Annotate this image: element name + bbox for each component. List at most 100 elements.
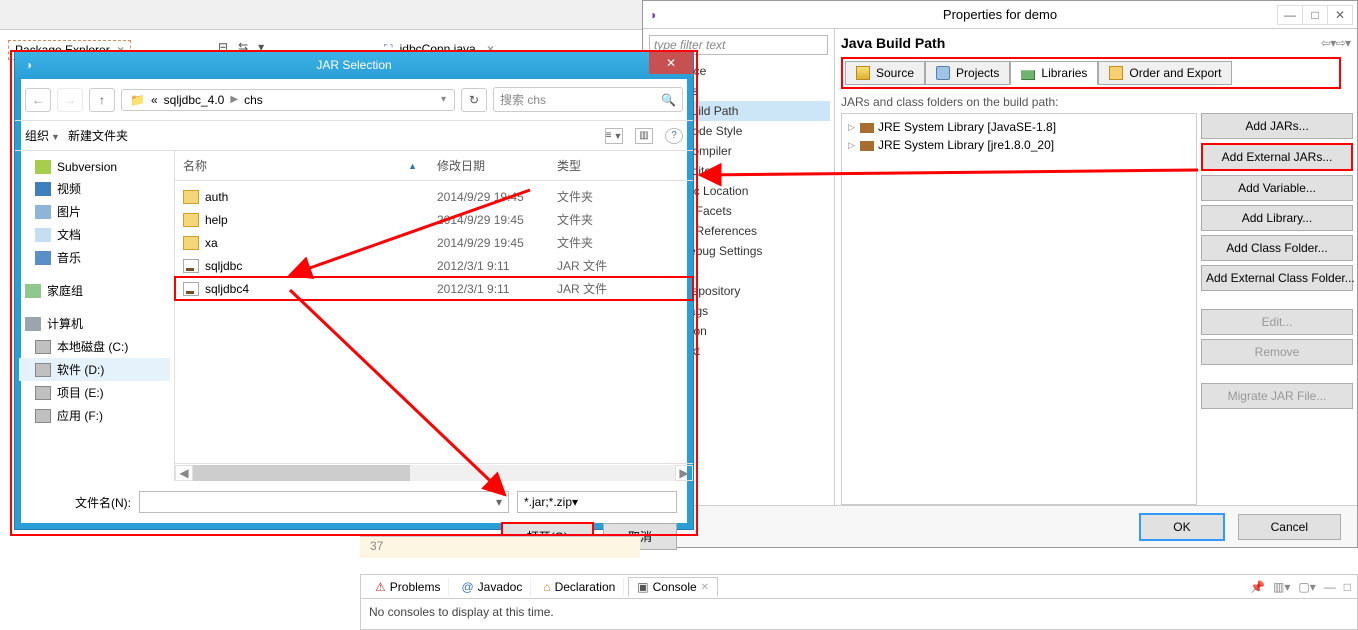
scroll-thumb[interactable] bbox=[193, 465, 410, 481]
scroll-right-icon[interactable]: ▶ bbox=[675, 465, 693, 481]
folder-icon bbox=[183, 190, 199, 204]
file-dialog-sidebar: Subversion 视频 图片 文档 音乐 家庭组 计算机 本地磁盘 (C:)… bbox=[15, 151, 175, 481]
search-input[interactable]: 搜索 chs 🔍 bbox=[493, 87, 683, 112]
jar-file-icon bbox=[183, 259, 199, 273]
sidebar-item-video[interactable]: 视频 bbox=[19, 177, 170, 200]
tab-order-export[interactable]: Order and Export bbox=[1098, 61, 1232, 85]
cancel-button[interactable]: Cancel bbox=[1238, 514, 1341, 540]
sidebar-item-homegroup[interactable]: 家庭组 bbox=[19, 279, 170, 302]
library-icon bbox=[860, 141, 874, 151]
file-row[interactable]: auth2014/9/29 19:45文件夹 bbox=[175, 185, 693, 208]
homegroup-icon bbox=[25, 284, 41, 298]
add-variable-button[interactable]: Add Variable... bbox=[1201, 175, 1353, 201]
organize-menu[interactable]: 组织▼ bbox=[25, 127, 60, 144]
close-icon[interactable]: ✕ bbox=[701, 582, 709, 593]
close-icon[interactable]: ✕ bbox=[649, 51, 693, 74]
display-icon[interactable]: ▥▾ bbox=[1273, 580, 1290, 594]
sidebar-item-drive-c[interactable]: 本地磁盘 (C:) bbox=[19, 335, 170, 358]
jar-node[interactable]: JRE System Library [JavaSE-1.8] bbox=[846, 118, 1192, 136]
sidebar-item-pictures[interactable]: 图片 bbox=[19, 200, 170, 223]
tab-console[interactable]: ▣Console✕ bbox=[628, 577, 718, 597]
jar-tree[interactable]: JRE System Library [JavaSE-1.8] JRE Syst… bbox=[841, 113, 1197, 505]
build-caption: JARs and class folders on the build path… bbox=[841, 95, 1357, 109]
editor-line-gutter: 37 bbox=[360, 536, 640, 558]
tab-problems[interactable]: ⚠Problems bbox=[367, 578, 449, 596]
libraries-icon bbox=[1021, 66, 1035, 80]
javadoc-icon: @ bbox=[461, 580, 473, 594]
file-row[interactable]: sqljdbc42012/3/1 9:11JAR 文件 bbox=[175, 277, 693, 300]
dialog-titlebar[interactable]: ◑ JAR Selection ✕ bbox=[15, 51, 693, 79]
tab-source[interactable]: Source bbox=[845, 61, 925, 85]
ok-button[interactable]: OK bbox=[1140, 514, 1223, 540]
sidebar-item-music[interactable]: 音乐 bbox=[19, 246, 170, 269]
minimize-icon[interactable]: — bbox=[1277, 5, 1303, 25]
chevron-down-icon: ▾ bbox=[572, 495, 578, 509]
chevron-right-icon: ▶ bbox=[230, 94, 238, 105]
folder-icon bbox=[183, 236, 199, 250]
console-toolbar: 📌 ▥▾ ▢▾ — □ bbox=[1250, 580, 1351, 594]
maximize-icon[interactable]: □ bbox=[1302, 5, 1328, 25]
chevron-down-icon: ▼ bbox=[613, 131, 622, 141]
file-list[interactable]: auth2014/9/29 19:45文件夹help2014/9/29 19:4… bbox=[175, 181, 693, 463]
file-type-filter[interactable]: *.jar;*.zip▾ bbox=[517, 491, 677, 513]
tab-libraries[interactable]: Libraries bbox=[1010, 61, 1098, 85]
sidebar-item-drive-f[interactable]: 应用 (F:) bbox=[19, 404, 170, 427]
projects-icon bbox=[936, 66, 950, 80]
file-row[interactable]: sqljdbc2012/3/1 9:11JAR 文件 bbox=[175, 254, 693, 277]
scroll-left-icon[interactable]: ◀ bbox=[175, 465, 193, 481]
jar-selection-dialog: ◑ JAR Selection ✕ ← → ↑ 📁 « sqljdbc_4.0 … bbox=[14, 50, 694, 530]
chevron-down-icon: ▼ bbox=[51, 132, 60, 142]
add-library-button[interactable]: Add Library... bbox=[1201, 205, 1353, 231]
video-icon bbox=[35, 182, 51, 196]
build-path-tabs: Source Projects Libraries Order and Expo… bbox=[841, 57, 1341, 89]
sidebar-item-computer[interactable]: 计算机 bbox=[19, 312, 170, 335]
tab-javadoc[interactable]: @Javadoc bbox=[453, 578, 531, 596]
breadcrumb-segment[interactable]: chs bbox=[244, 93, 263, 107]
folder-icon: 📁 bbox=[130, 93, 145, 107]
file-row[interactable]: help2014/9/29 19:45文件夹 bbox=[175, 208, 693, 231]
add-jars-button[interactable]: Add JARs... bbox=[1201, 113, 1353, 139]
filename-label: 文件名(N): bbox=[31, 494, 131, 511]
titlebar[interactable]: ◑ Properties for demo — □ ✕ bbox=[643, 1, 1357, 29]
refresh-button[interactable]: ↻ bbox=[461, 88, 487, 112]
library-button-column: Add JARs... Add External JARs... Add Var… bbox=[1197, 113, 1357, 505]
back-button[interactable]: ← bbox=[25, 88, 51, 112]
sidebar-item-drive-d[interactable]: 软件 (D:) bbox=[19, 358, 170, 381]
chevron-down-icon[interactable]: ▾ bbox=[496, 495, 502, 509]
breadcrumb-segment[interactable]: sqljdbc_4.0 bbox=[164, 93, 225, 107]
minimize-icon[interactable]: — bbox=[1324, 580, 1336, 594]
filename-input[interactable]: ▾ bbox=[139, 491, 509, 513]
pin-icon[interactable]: 📌 bbox=[1250, 580, 1265, 594]
tab-projects[interactable]: Projects bbox=[925, 61, 1010, 85]
close-icon[interactable]: ✕ bbox=[1327, 5, 1353, 25]
add-external-class-folder-button[interactable]: Add External Class Folder... bbox=[1201, 265, 1353, 291]
help-button[interactable]: ? bbox=[665, 128, 683, 144]
breadcrumb[interactable]: 📁 « sqljdbc_4.0 ▶ chs ▾ bbox=[121, 89, 455, 111]
sidebar-item-subversion[interactable]: Subversion bbox=[19, 157, 170, 177]
file-row[interactable]: xa2014/9/29 19:45文件夹 bbox=[175, 231, 693, 254]
jar-node[interactable]: JRE System Library [jre1.8.0_20] bbox=[846, 136, 1192, 154]
window-title: Properties for demo bbox=[943, 7, 1057, 22]
chevron-down-icon[interactable]: ▾ bbox=[441, 94, 446, 105]
sidebar-item-documents[interactable]: 文档 bbox=[19, 223, 170, 246]
preview-pane-button[interactable]: ▥ bbox=[635, 128, 653, 144]
documents-icon bbox=[35, 228, 51, 242]
console-message: No consoles to display at this time. bbox=[361, 599, 1357, 625]
up-button[interactable]: ↑ bbox=[89, 88, 115, 112]
declaration-icon: ⌂ bbox=[543, 580, 550, 594]
new-console-icon[interactable]: ▢▾ bbox=[1298, 580, 1315, 594]
nav-arrows[interactable]: ⇦ ▾ ⇨ ▾ bbox=[1321, 36, 1349, 50]
sidebar-item-drive-e[interactable]: 项目 (E:) bbox=[19, 381, 170, 404]
subversion-icon bbox=[35, 160, 51, 174]
view-options-button[interactable]: ≡▼ bbox=[605, 128, 623, 144]
new-folder-button[interactable]: 新建文件夹 bbox=[68, 127, 128, 144]
eclipse-icon: ◑ bbox=[649, 8, 656, 22]
console-icon: ▣ bbox=[637, 580, 648, 594]
tab-declaration[interactable]: ⌂Declaration bbox=[535, 578, 624, 596]
computer-icon bbox=[25, 317, 41, 331]
horizontal-scrollbar[interactable]: ◀ ▶ bbox=[175, 463, 693, 481]
add-external-jars-button[interactable]: Add External JARs... bbox=[1201, 143, 1353, 171]
file-list-header[interactable]: 名称▲ 修改日期 类型 bbox=[175, 151, 693, 181]
maximize-icon[interactable]: □ bbox=[1344, 580, 1351, 594]
add-class-folder-button[interactable]: Add Class Folder... bbox=[1201, 235, 1353, 261]
